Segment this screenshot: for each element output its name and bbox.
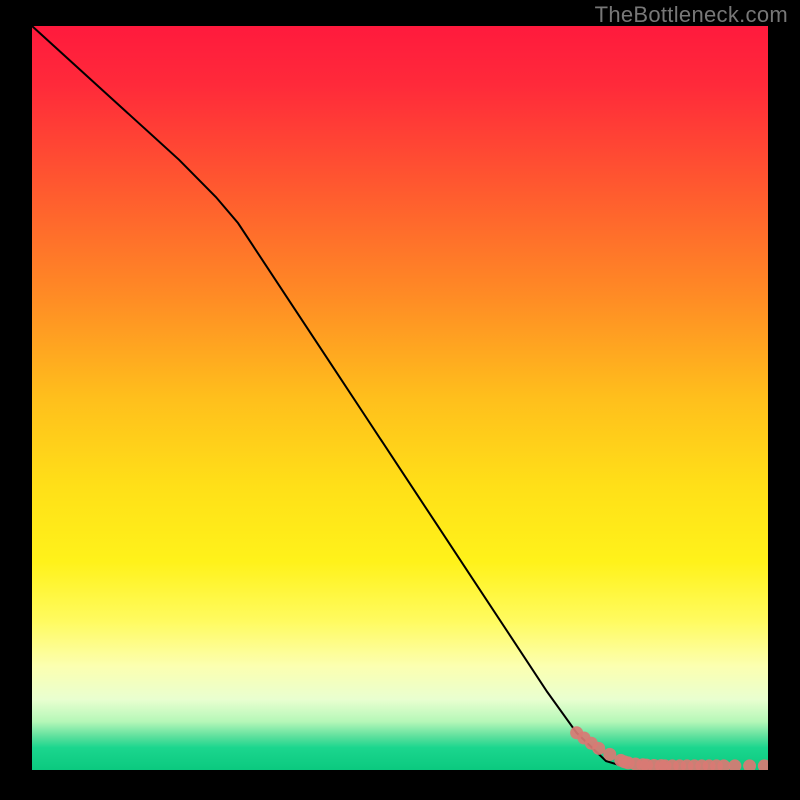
chart-svg xyxy=(32,26,768,770)
scatter-point xyxy=(592,742,605,755)
plot-area xyxy=(32,26,768,770)
scatter-point xyxy=(603,748,616,761)
chart-frame: TheBottleneck.com xyxy=(0,0,800,800)
gradient-background xyxy=(32,26,768,770)
watermark-text: TheBottleneck.com xyxy=(595,2,788,28)
